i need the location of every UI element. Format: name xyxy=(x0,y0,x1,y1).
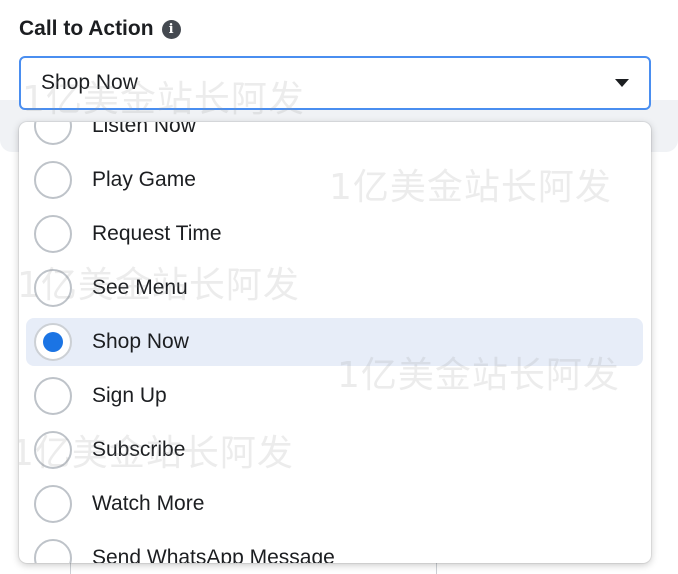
option-play-game[interactable]: Play Game xyxy=(26,156,643,204)
option-label: Sign Up xyxy=(92,384,167,407)
option-send-whatsapp-message[interactable]: Send WhatsApp Message xyxy=(26,534,643,563)
option-label: Listen Now xyxy=(92,122,196,137)
radio-button[interactable] xyxy=(34,431,72,469)
radio-button[interactable] xyxy=(34,269,72,307)
field-label: Call to Action i xyxy=(19,17,181,41)
radio-button[interactable] xyxy=(34,323,72,361)
info-icon[interactable]: i xyxy=(161,19,181,39)
radio-button[interactable] xyxy=(34,539,72,563)
radio-button[interactable] xyxy=(34,122,72,145)
option-watch-more[interactable]: Watch More xyxy=(26,480,643,528)
radio-button[interactable] xyxy=(34,215,72,253)
options-dropdown[interactable]: Listen Now Play Game Request Time See Me… xyxy=(19,122,651,563)
option-listen-now[interactable]: Listen Now xyxy=(26,122,643,150)
radio-selected-dot xyxy=(43,332,63,352)
select-value: Shop Now xyxy=(41,71,138,94)
radio-button[interactable] xyxy=(34,485,72,523)
chevron-down-icon xyxy=(615,79,629,87)
option-label: Send WhatsApp Message xyxy=(92,546,335,563)
option-label: Shop Now xyxy=(92,330,189,353)
option-label: Watch More xyxy=(92,492,205,515)
option-see-menu[interactable]: See Menu xyxy=(26,264,643,312)
option-request-time[interactable]: Request Time xyxy=(26,210,643,258)
option-shop-now[interactable]: Shop Now xyxy=(26,318,643,366)
option-subscribe[interactable]: Subscribe xyxy=(26,426,643,474)
option-label: Request Time xyxy=(92,222,222,245)
option-label: Subscribe xyxy=(92,438,186,461)
call-to-action-select[interactable]: Shop Now xyxy=(19,56,651,110)
radio-button[interactable] xyxy=(34,161,72,199)
call-to-action-picker: Call to Action i Shop Now 1亿美金站长阿发 Liste… xyxy=(0,0,678,574)
option-sign-up[interactable]: Sign Up xyxy=(26,372,643,420)
radio-button[interactable] xyxy=(34,377,72,415)
option-label: Play Game xyxy=(92,168,196,191)
option-label: See Menu xyxy=(92,276,188,299)
field-label-text: Call to Action xyxy=(19,17,154,40)
